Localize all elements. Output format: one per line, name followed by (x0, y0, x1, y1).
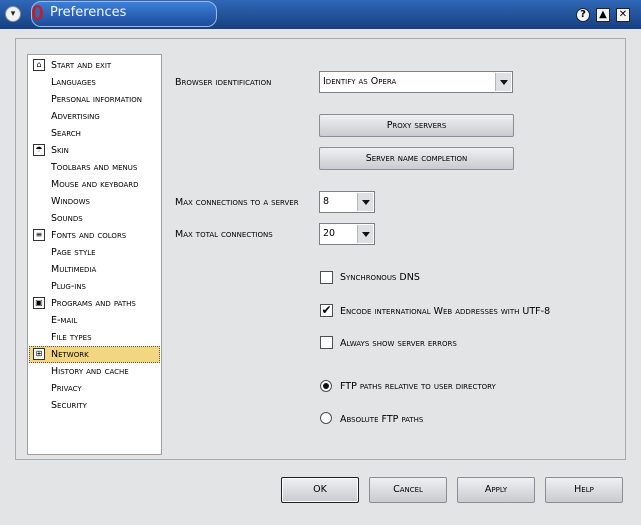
sidebar-item-label: Multimedia (51, 264, 97, 275)
ftp-absolute-label: Absolute FTP paths (340, 414, 424, 425)
sidebar: ⌂ Start and exit Languages Personal informa… (27, 54, 162, 455)
help-icon[interactable]: ? (576, 8, 590, 22)
max-connections-server-label: Max connections to a server (175, 197, 299, 208)
ftp-relative-radio[interactable] (320, 380, 332, 392)
sidebar-item-advertising[interactable]: Advertising (29, 108, 160, 125)
sidebar-item-skin[interactable]: ☂ Skin (29, 142, 160, 159)
sidebar-item-label: Personal information (51, 94, 142, 105)
proxy-servers-label: Proxy servers (386, 120, 447, 131)
max-total-connections-value: 20 (323, 228, 336, 239)
sidebar-item-security[interactable]: Security (29, 397, 160, 414)
synchronous-dns-checkbox[interactable] (320, 271, 333, 284)
chevron-down-icon[interactable] (357, 193, 373, 211)
ok-button[interactable]: OK (281, 477, 359, 503)
sidebar-item-label: Toolbars and menus (51, 162, 138, 173)
sidebar-item-label: Security (51, 400, 87, 411)
sidebar-item-multimedia[interactable]: Multimedia (29, 261, 160, 278)
skin-icon: ☂ (33, 144, 45, 156)
proxy-servers-button[interactable]: Proxy servers (319, 114, 514, 137)
synchronous-dns-label: Synchronous DNS (340, 272, 420, 283)
sidebar-item-label: Advertising (51, 111, 100, 122)
server-name-completion-button[interactable]: Server name completion (319, 147, 514, 170)
sidebar-item-e-mail[interactable]: E-mail (29, 312, 160, 329)
document-icon: ≡ (33, 229, 45, 241)
apply-button[interactable]: Apply (457, 477, 535, 503)
ok-label: OK (313, 484, 327, 495)
sidebar-item-languages[interactable]: Languages (29, 74, 160, 91)
browser-identification-value: Identify as Opera (323, 76, 397, 87)
sidebar-item-label: File types (51, 332, 92, 343)
disk-icon: ▣ (33, 297, 45, 309)
sidebar-item-label: Languages (51, 77, 96, 88)
sidebar-item-mouse-and-keyboard[interactable]: Mouse and keyboard (29, 176, 160, 193)
sidebar-item-toolbars-and-menus[interactable]: Toolbars and menus (29, 159, 160, 176)
apply-label: Apply (484, 484, 508, 495)
network-icon: ⊞ (33, 348, 45, 360)
sidebar-item-label: Skin (51, 145, 69, 156)
chevron-down-icon[interactable] (495, 73, 511, 91)
sidebar-item-label: Sounds (51, 213, 83, 224)
help-button[interactable]: Help (545, 477, 623, 503)
server-name-completion-label: Server name completion (365, 153, 468, 164)
sidebar-item-file-types[interactable]: File types (29, 329, 160, 346)
sidebar-item-page-style[interactable]: Page style (29, 244, 160, 261)
sidebar-item-plug-ins[interactable]: Plug-ins (29, 278, 160, 295)
sidebar-item-start-and-exit[interactable]: ⌂ Start and exit (29, 57, 160, 74)
max-total-connections-label: Max total connections (175, 229, 273, 240)
sidebar-item-label: History and cache (51, 366, 129, 377)
sidebar-item-search[interactable]: Search (29, 125, 160, 142)
sidebar-item-sounds[interactable]: Sounds (29, 210, 160, 227)
ftp-relative-label: FTP paths relative to user directory (340, 381, 496, 392)
sidebar-item-label: Privacy (51, 383, 82, 394)
sidebar-item-label: Page style (51, 247, 96, 258)
window-title: Preferences (50, 5, 127, 20)
ftp-absolute-radio[interactable] (320, 412, 332, 424)
shade-icon[interactable]: ▲ (596, 8, 610, 22)
sidebar-item-label: Start and exit (51, 60, 112, 71)
window-menu-icon[interactable]: ▾ (5, 6, 21, 22)
sidebar-item-label: Programs and paths (51, 298, 136, 309)
sidebar-item-network[interactable]: ⊞ Network (29, 346, 160, 363)
sidebar-item-privacy[interactable]: Privacy (29, 380, 160, 397)
max-total-connections-select[interactable]: 20 (319, 223, 375, 245)
sidebar-item-windows[interactable]: Windows (29, 193, 160, 210)
sidebar-item-label: Plug-ins (51, 281, 86, 292)
door-icon: ⌂ (33, 59, 45, 71)
sidebar-item-label: Fonts and colors (51, 230, 127, 241)
utf8-encode-label: Encode international Web addresses with … (340, 306, 551, 317)
sidebar-item-label: E-mail (51, 315, 78, 326)
max-connections-server-value: 8 (323, 196, 330, 207)
close-icon[interactable]: ✕ (616, 8, 630, 22)
browser-identification-select[interactable]: Identify as Opera (319, 71, 513, 93)
utf8-encode-checkbox[interactable]: ✔ (320, 304, 333, 317)
sidebar-item-label: Mouse and keyboard (51, 179, 139, 190)
sidebar-item-programs-and-paths[interactable]: ▣ Programs and paths (29, 295, 160, 312)
sidebar-item-history-and-cache[interactable]: History and cache (29, 363, 160, 380)
sidebar-item-personal-information[interactable]: Personal information (29, 91, 160, 108)
chevron-down-icon[interactable] (357, 225, 373, 243)
sidebar-item-label: Windows (51, 196, 90, 207)
sidebar-item-fonts-and-colors[interactable]: ≡ Fonts and colors (29, 227, 160, 244)
opera-logo-icon (32, 5, 43, 20)
help-label: Help (574, 484, 594, 495)
server-errors-label: Always show server errors (340, 338, 457, 349)
cancel-button[interactable]: Cancel (369, 477, 447, 503)
max-connections-server-select[interactable]: 8 (319, 191, 375, 213)
sidebar-item-label: Search (51, 128, 81, 139)
sidebar-item-label: Network (51, 349, 89, 360)
server-errors-checkbox[interactable] (320, 336, 333, 349)
cancel-label: Cancel (393, 484, 423, 495)
browser-identification-label: Browser identification (175, 77, 272, 88)
title-bar: ▾ Preferences ? ▲ ✕ (0, 0, 641, 29)
